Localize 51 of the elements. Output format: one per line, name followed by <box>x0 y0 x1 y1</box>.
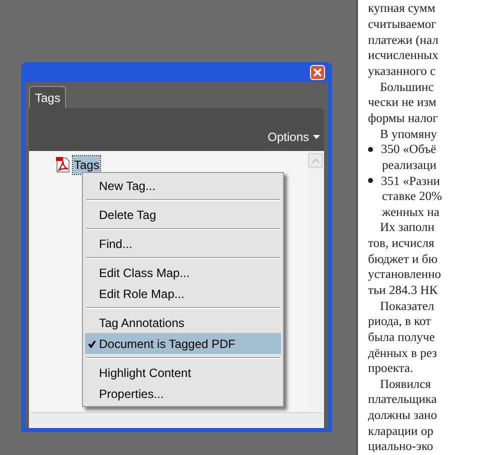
close-button[interactable] <box>310 65 325 80</box>
document-text-line: риода, в кот <box>368 313 432 330</box>
document-text-line: ставке 20% <box>382 188 442 206</box>
document-text-line: установленно <box>368 266 442 284</box>
menu-item[interactable]: Delete Tag <box>85 204 281 225</box>
checkmark-icon <box>88 340 96 348</box>
document-text-line: проекта. <box>368 360 414 378</box>
document-text-line: формы налог <box>368 110 438 127</box>
menu-item[interactable]: New Tag... <box>85 175 281 196</box>
document-text-line: реализаци <box>382 156 436 174</box>
document-text-line: исчисленных <box>368 47 438 64</box>
document-text-line: купная сумм <box>368 0 436 18</box>
document-text-line: тов, исчисля <box>368 235 434 252</box>
document-text-line: циально-эко <box>368 438 434 455</box>
menu-item[interactable]: Highlight Content <box>85 362 281 383</box>
pdf-file-icon <box>56 157 70 173</box>
menu-item[interactable]: Edit Class Map... <box>85 262 281 283</box>
dropdown-caret-icon <box>313 135 320 139</box>
tags-tab[interactable]: Tags <box>29 86 66 108</box>
document-text-line: плательщика <box>368 391 437 408</box>
close-icon <box>313 68 322 77</box>
document-text-line: женных на <box>382 204 440 221</box>
options-menu-button[interactable]: Options <box>268 128 320 146</box>
bullet-icon <box>368 178 373 184</box>
document-text-line: Появился <box>380 376 431 393</box>
document-text-line: бюджет и бю <box>368 250 438 268</box>
menu-item[interactable]: Find... <box>85 233 281 254</box>
scroll-up-button[interactable] <box>308 153 323 168</box>
document-text-line: 351 «Разни <box>381 172 440 190</box>
menu-item[interactable]: Properties... <box>85 383 281 404</box>
document-text-line: чески не изм <box>368 94 436 112</box>
tree-item[interactable]: Tags <box>73 156 100 174</box>
horizontal-scrollbar[interactable] <box>30 412 323 427</box>
document-text-line: указанного с <box>368 63 436 80</box>
document-text-line: 350 «Объё <box>381 141 436 158</box>
menu-item[interactable]: Document is Tagged PDF <box>85 333 281 354</box>
menu-item[interactable]: Edit Role Map... <box>85 283 281 304</box>
document-text-line: платежи (нал <box>368 32 438 49</box>
document-text-line: должны зано <box>368 407 437 424</box>
document-text-line: дённых в рез <box>368 344 437 362</box>
document-text-line: была получе <box>368 328 435 346</box>
menu-item[interactable]: Tag Annotations <box>85 312 281 333</box>
document-text-line: Показател <box>380 298 434 315</box>
vertical-scrollbar[interactable] <box>308 153 323 410</box>
document-text-line: тьи 284.3 НК <box>368 282 438 299</box>
document-text-line: кларации ор <box>368 422 434 440</box>
document-text-line: считываемог <box>368 16 436 34</box>
bullet-icon <box>368 147 373 152</box>
document-text-line: В упомяну <box>380 126 438 143</box>
document-text-line: Большинс <box>380 78 434 96</box>
document-text-line: Их заполн <box>380 219 434 236</box>
